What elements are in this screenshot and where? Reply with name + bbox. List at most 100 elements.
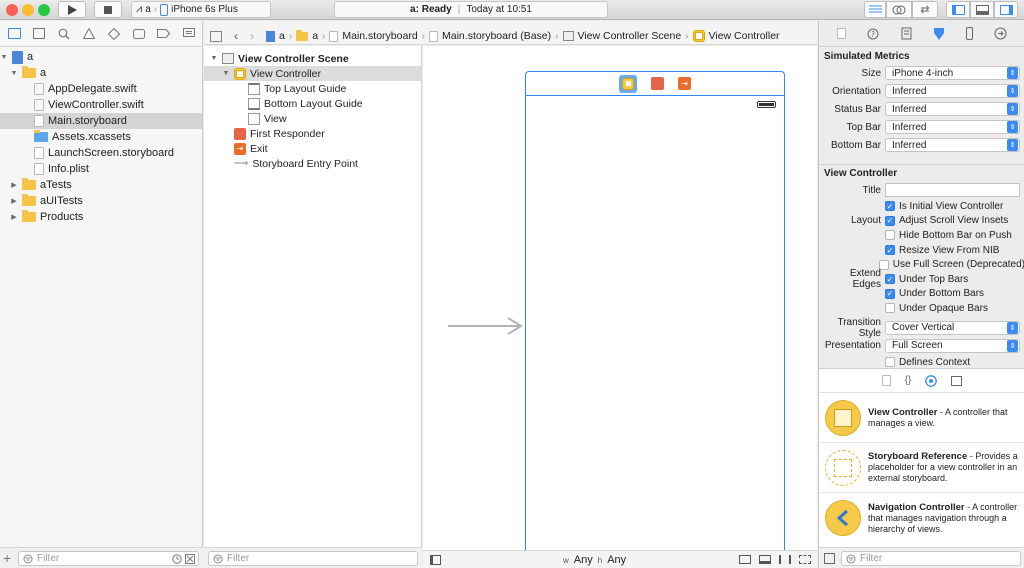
clock-icon[interactable] [172,553,182,564]
outline-item-view[interactable]: View [204,111,421,126]
breadcrumb-item[interactable]: a [312,30,318,42]
zoom-window-button[interactable] [38,4,50,16]
list-item[interactable]: Assets.xcassets [0,129,202,145]
toggle-utilities-button[interactable] [994,1,1018,18]
add-icon[interactable]: + [3,550,11,566]
object-library-icon[interactable] [925,374,938,387]
connections-inspector-icon[interactable] [994,27,1007,40]
tab-symbol-navigator[interactable] [30,25,48,43]
run-button[interactable] [58,1,86,18]
defines-context-checkbox[interactable] [885,357,895,368]
list-item[interactable]: ▼ a [0,65,202,81]
disclosure-right-icon[interactable]: ▶ [10,213,18,221]
scene-header[interactable]: ▼ View Controller Scene [204,51,421,66]
outline-item-top-layout-guide[interactable]: Top Layout Guide [204,81,421,96]
storyboard-canvas[interactable]: ⇥ w Any h Any [423,46,817,568]
list-item[interactable]: ▶ aUITests [0,193,202,209]
standard-editor-button[interactable] [864,1,886,18]
bottom-bar-popup[interactable]: Inferred ⇕ [885,138,1020,152]
version-editor-button[interactable]: ⇄ [912,1,938,18]
attributes-inspector-icon[interactable] [933,27,945,41]
scheme-selector[interactable]: ⩘ a › iPhone 6s Plus [131,1,271,18]
transition-style-popup[interactable]: Cover Vertical ⇕ [885,320,1020,335]
tab-report-navigator[interactable] [180,25,198,43]
tab-issue-navigator[interactable] [80,25,98,43]
outline-item-first-responder[interactable]: First Responder [204,126,421,141]
list-item[interactable]: LaunchScreen.storyboard [0,145,202,161]
library-item-navigation-controller[interactable]: Navigation Controller - A controller tha… [819,493,1024,543]
outline-item-view-controller[interactable]: ▼ View Controller [204,66,421,81]
list-item[interactable]: Main.storyboard [0,113,202,129]
size-popup[interactable]: iPhone 4-inch ⇕ [885,66,1020,80]
disclosure-right-icon[interactable]: ▶ [10,197,18,205]
status-bar-popup[interactable]: Inferred ⇕ [885,102,1020,116]
align-icon[interactable] [759,555,771,564]
stack-icon[interactable] [739,555,751,564]
quick-help-icon[interactable]: ? [867,28,879,40]
scm-filter-icon[interactable] [185,553,195,564]
disclosure-right-icon[interactable]: ▶ [10,181,18,189]
disclosure-down-icon[interactable]: ▼ [210,55,218,62]
tab-test-navigator[interactable] [105,25,123,43]
file-template-icon[interactable] [881,375,891,386]
presentation-popup[interactable]: Full Screen ⇕ [885,338,1020,353]
resolve-issues-icon[interactable] [799,555,811,564]
library-item-storyboard-reference[interactable]: Storyboard Reference - Provides a placeh… [819,443,1024,493]
back-icon[interactable]: ‹ [234,29,238,43]
disclosure-down-icon[interactable]: ▼ [222,70,230,77]
toggle-navigator-button[interactable] [946,1,970,18]
orientation-popup[interactable]: Inferred ⇕ [885,84,1020,98]
pin-icon[interactable] [779,555,791,564]
stop-button[interactable] [94,1,122,18]
title-input[interactable] [885,183,1020,197]
entry-point-arrow[interactable] [448,317,526,335]
toggle-outline-icon[interactable] [430,554,441,565]
list-item[interactable]: ▶ aTests [0,177,202,193]
minimize-window-button[interactable] [22,4,34,16]
toggle-debug-area-button[interactable] [970,1,994,18]
list-item[interactable]: ViewController.swift [0,97,202,113]
dock-first-responder-icon[interactable] [651,77,664,90]
list-item[interactable]: ▼ a [0,49,202,65]
resize-view-from-nib-checkbox[interactable]: ✓ [885,245,895,256]
close-window-button[interactable] [6,4,18,16]
outline-item-exit[interactable]: ⇥ Exit [204,141,421,156]
identity-inspector-icon[interactable] [900,27,913,40]
list-item[interactable]: AppDelegate.swift [0,81,202,97]
outline-item-entry-point[interactable]: ⟶ Storyboard Entry Point [204,156,421,171]
assistant-editor-button[interactable] [886,1,912,18]
tab-project-navigator[interactable] [5,25,23,43]
adjust-scroll-insets-checkbox[interactable]: ✓ [885,215,895,226]
outline-filter-input[interactable]: Filter [208,551,418,566]
under-bottom-bars-checkbox[interactable]: ✓ [885,288,895,299]
hide-bottom-bar-checkbox[interactable] [885,230,895,241]
disclosure-down-icon[interactable]: ▼ [0,54,8,61]
grid-view-icon[interactable] [824,553,835,564]
navigator-filter-input[interactable]: Filter [18,551,199,566]
media-library-icon[interactable] [951,375,963,386]
file-inspector-icon[interactable] [837,28,847,39]
tab-debug-navigator[interactable] [130,25,148,43]
tab-breakpoint-navigator[interactable] [155,25,173,43]
size-inspector-icon[interactable] [965,27,973,40]
list-item[interactable]: Info.plist [0,161,202,177]
breadcrumb-item[interactable]: View Controller [709,30,780,42]
list-item[interactable]: ▶ Products [0,209,202,225]
dock-exit-icon[interactable]: ⇥ [678,77,691,90]
breadcrumb-item[interactable]: Main.storyboard [342,30,417,42]
size-class-button[interactable]: w Any h Any [563,554,626,566]
breadcrumb-item[interactable]: View Controller Scene [578,30,682,42]
dock-view-controller-icon[interactable] [619,74,637,93]
is-initial-vc-checkbox[interactable]: ✓ [885,201,895,212]
disclosure-down-icon[interactable]: ▼ [10,70,18,77]
code-snippet-icon[interactable]: {} [905,375,912,386]
breadcrumb-item[interactable]: a [279,30,285,42]
library-item-view-controller[interactable]: View Controller - A controller that mana… [819,393,1024,443]
outline-item-bottom-layout-guide[interactable]: Bottom Layout Guide [204,96,421,111]
forward-icon[interactable]: › [250,29,254,43]
view-controller-scene[interactable]: ⇥ [525,71,785,568]
related-items-icon[interactable] [210,30,222,42]
breadcrumb-item[interactable]: Main.storyboard (Base) [442,30,551,42]
under-opaque-bars-checkbox[interactable] [885,303,895,314]
tab-find-navigator[interactable] [55,25,73,43]
